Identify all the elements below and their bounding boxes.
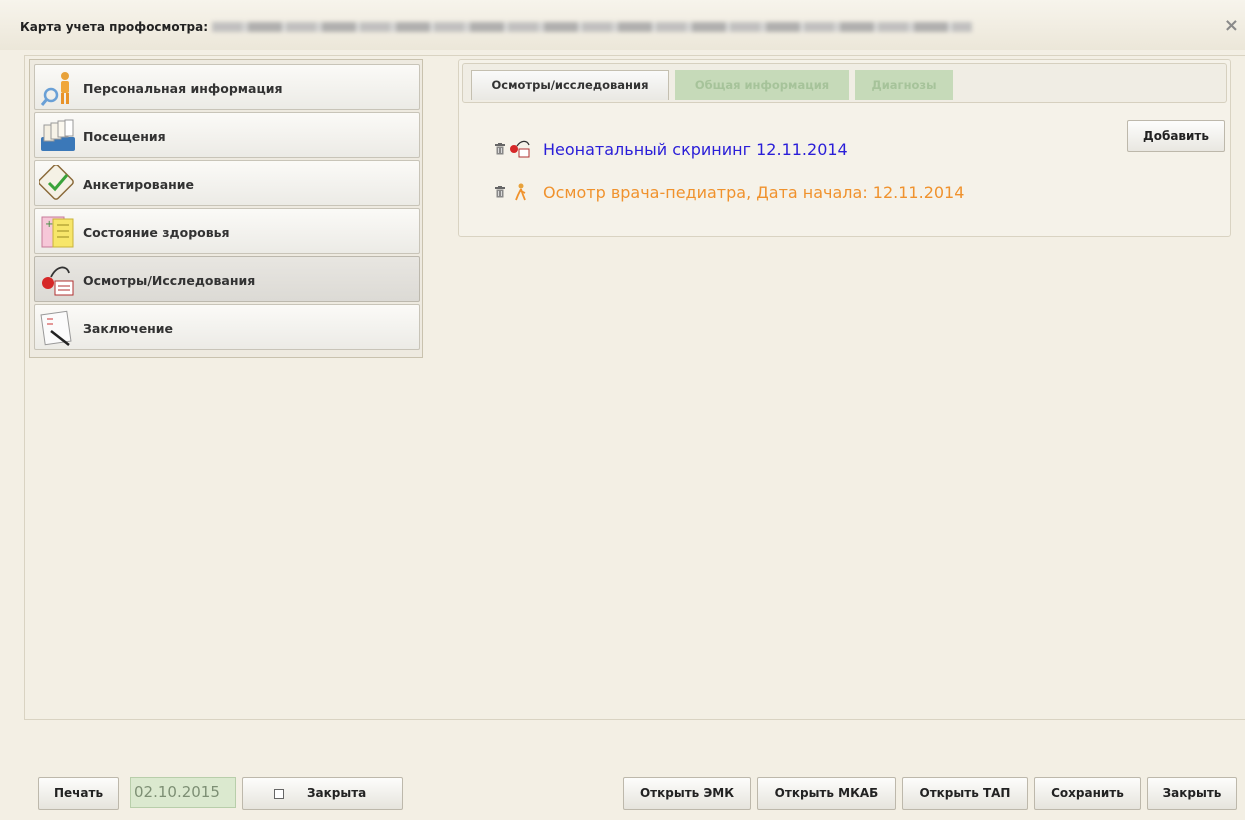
sidebar-item-visits[interactable]: Посещения (34, 112, 420, 158)
checkmark-icon (39, 165, 74, 200)
sidebar-item-label: Посещения (83, 129, 166, 144)
sidebar-item-label: Заключение (83, 321, 174, 336)
sidebar-item-exams[interactable]: Осмотры/Исследования (34, 256, 420, 302)
close-window-icon[interactable]: × (1224, 15, 1239, 36)
closed-label: Закрыта (307, 786, 367, 800)
tab-diagnoses: Диагнозы (855, 70, 953, 100)
sidebar-item-label: Осмотры/Исследования (83, 273, 256, 288)
person-search-icon (40, 72, 69, 106)
save-button[interactable]: Сохранить (1034, 777, 1141, 810)
tab-exams[interactable]: Осмотры/исследования (471, 70, 669, 100)
health-chart-icon: + (41, 216, 74, 248)
closed-checkbox[interactable] (274, 789, 284, 799)
exam-link-neonatal-screening[interactable]: Неонатальный скрининг 12.11.2014 (543, 140, 848, 159)
open-mkab-button[interactable]: Открыть МКАБ (757, 777, 896, 810)
card-file-icon (41, 119, 75, 151)
print-button[interactable]: Печать (38, 777, 119, 810)
sidebar-item-questionnaire[interactable]: Анкетирование (34, 160, 420, 206)
sidebar-item-label: Состояние здоровья (83, 225, 230, 240)
tabs-bar: Осмотры/исследования Общая информация Ди… (462, 63, 1227, 103)
blurred-patient-name (212, 22, 972, 32)
sidebar-item-label: Анкетирование (83, 177, 195, 192)
open-tap-button[interactable]: Открыть ТАП (902, 777, 1028, 810)
sidebar-item-personal-info[interactable]: Персональная информация (34, 64, 420, 110)
add-button[interactable]: Добавить (1127, 120, 1225, 152)
window-title: Карта учета профосмотра: (20, 20, 209, 34)
tab-general-info: Общая информация (675, 70, 849, 100)
sidebar-item-conclusion[interactable]: Заключение (34, 304, 420, 350)
stethoscope-icon (42, 266, 74, 296)
conclusion-pen-icon (40, 310, 72, 346)
sidebar-item-health-status[interactable]: + Состояние здоровья (34, 208, 420, 254)
trash-icon[interactable] (495, 186, 505, 198)
closed-toggle-button[interactable]: Закрыта (242, 777, 403, 810)
date-field[interactable]: 02.10.2015 (130, 777, 236, 808)
open-emk-button[interactable]: Открыть ЭМК (623, 777, 751, 810)
trash-icon[interactable] (495, 143, 505, 155)
sidebar-item-label: Персональная информация (83, 81, 283, 96)
close-button[interactable]: Закрыть (1147, 777, 1237, 810)
sidebar: Персональная информация Посещения Анкети… (29, 59, 423, 358)
microscope-icon (510, 140, 530, 158)
exam-link-pediatrician[interactable]: Осмотр врача-педиатра, Дата начала: 12.1… (543, 183, 964, 202)
exams-panel: Осмотры/исследования Общая информация Ди… (458, 59, 1231, 237)
doctor-icon (515, 183, 526, 201)
svg-text:+: + (45, 219, 53, 230)
window-titlebar: Карта учета профосмотра: × (0, 0, 1245, 50)
